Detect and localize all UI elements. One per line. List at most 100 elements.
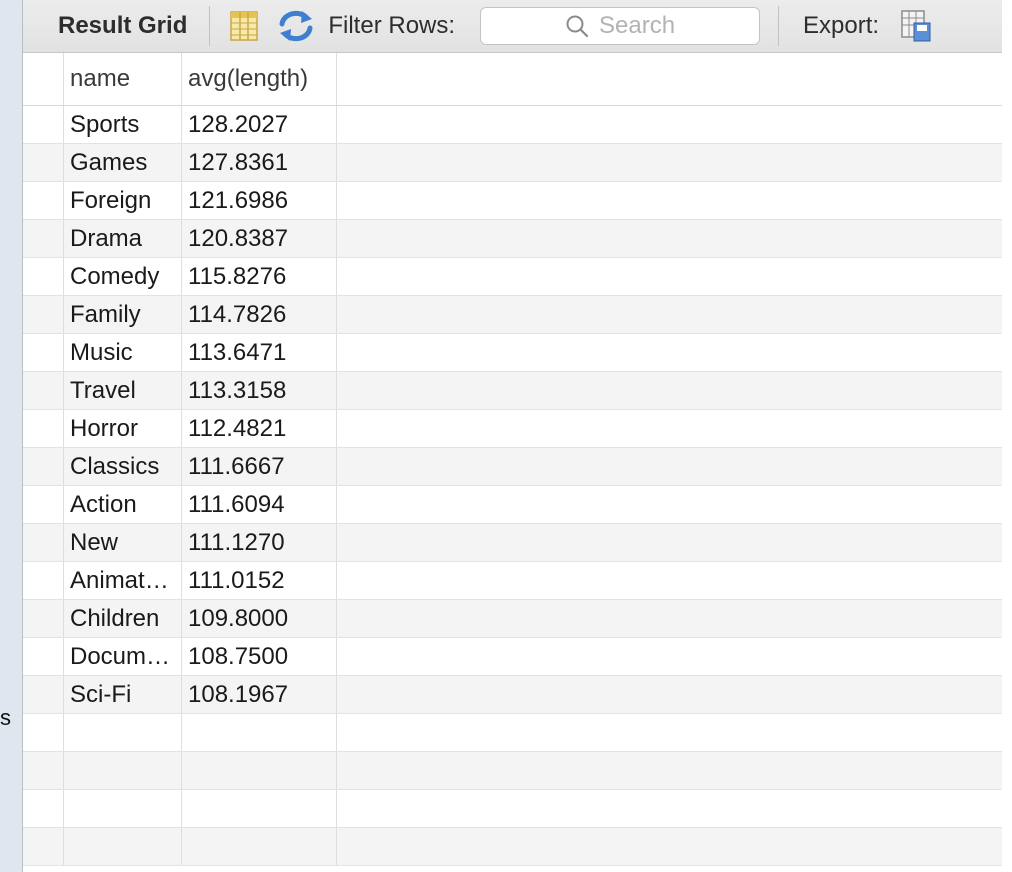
cell-filler bbox=[337, 638, 1002, 675]
cell-avg-length bbox=[182, 790, 337, 827]
table-row[interactable]: Horror 112.4821 bbox=[23, 410, 1002, 448]
cell-name[interactable]: Horror bbox=[64, 410, 182, 447]
row-selector bbox=[23, 752, 64, 789]
table-row[interactable]: Docum… 108.7500 bbox=[23, 638, 1002, 676]
table-row[interactable]: Drama 120.8387 bbox=[23, 220, 1002, 258]
row-selector[interactable] bbox=[23, 562, 64, 599]
column-header-filler bbox=[337, 53, 1002, 105]
row-selector[interactable] bbox=[23, 676, 64, 713]
table-row[interactable]: Music 113.6471 bbox=[23, 334, 1002, 372]
cell-name bbox=[64, 714, 182, 751]
row-selector[interactable] bbox=[23, 486, 64, 523]
cell-avg-length[interactable]: 109.8000 bbox=[182, 600, 337, 637]
row-selector[interactable] bbox=[23, 106, 64, 143]
row-selector[interactable] bbox=[23, 448, 64, 485]
table-row[interactable]: Sci-Fi 108.1967 bbox=[23, 676, 1002, 714]
export-label: Export: bbox=[803, 12, 880, 39]
cell-filler bbox=[337, 790, 1002, 827]
row-selector[interactable] bbox=[23, 296, 64, 333]
cell-name[interactable]: Comedy bbox=[64, 258, 182, 295]
row-selector bbox=[23, 828, 64, 865]
empty-row bbox=[23, 752, 1002, 790]
table-row[interactable]: Games 127.8361 bbox=[23, 144, 1002, 182]
table-row[interactable]: Classics 111.6667 bbox=[23, 448, 1002, 486]
cell-avg-length[interactable]: 120.8387 bbox=[182, 220, 337, 257]
cell-avg-length[interactable]: 111.6094 bbox=[182, 486, 337, 523]
cell-filler bbox=[337, 258, 1002, 295]
side-panel-edge: s bbox=[0, 0, 23, 872]
cell-name[interactable]: Animat… bbox=[64, 562, 182, 599]
cell-filler bbox=[337, 144, 1002, 181]
cell-filler bbox=[337, 334, 1002, 371]
table-row[interactable]: New 111.1270 bbox=[23, 524, 1002, 562]
row-selector[interactable] bbox=[23, 220, 64, 257]
cell-avg-length[interactable]: 115.8276 bbox=[182, 258, 337, 295]
table-row[interactable]: Travel 113.3158 bbox=[23, 372, 1002, 410]
toolbar-divider bbox=[209, 6, 211, 46]
row-selector[interactable] bbox=[23, 638, 64, 675]
cell-avg-length bbox=[182, 828, 337, 865]
table-row[interactable]: Animat… 111.0152 bbox=[23, 562, 1002, 600]
cell-name[interactable]: Music bbox=[64, 334, 182, 371]
cell-name[interactable]: Classics bbox=[64, 448, 182, 485]
toolbar-divider bbox=[778, 6, 780, 46]
column-header-avg-length[interactable]: avg(length) bbox=[182, 53, 337, 105]
cell-avg-length[interactable]: 108.7500 bbox=[182, 638, 337, 675]
result-grid-tab[interactable]: Result Grid bbox=[58, 12, 187, 40]
row-selector[interactable] bbox=[23, 372, 64, 409]
table-row[interactable]: Children 109.8000 bbox=[23, 600, 1002, 638]
search-placeholder: Search bbox=[599, 12, 676, 39]
grid-header-row: name avg(length) bbox=[23, 53, 1002, 106]
row-selector[interactable] bbox=[23, 410, 64, 447]
cell-name bbox=[64, 790, 182, 827]
table-row[interactable]: Comedy 115.8276 bbox=[23, 258, 1002, 296]
cell-name[interactable]: Family bbox=[64, 296, 182, 333]
cell-avg-length[interactable]: 111.0152 bbox=[182, 562, 337, 599]
cell-avg-length[interactable]: 113.3158 bbox=[182, 372, 337, 409]
cell-avg-length[interactable]: 111.6667 bbox=[182, 448, 337, 485]
cell-name[interactable]: Children bbox=[64, 600, 182, 637]
row-selector bbox=[23, 714, 64, 751]
cell-avg-length[interactable]: 128.2027 bbox=[182, 106, 337, 143]
row-selector[interactable] bbox=[23, 182, 64, 219]
cell-name[interactable]: Foreign bbox=[64, 182, 182, 219]
cell-avg-length[interactable]: 127.8361 bbox=[182, 144, 337, 181]
table-row[interactable]: Foreign 121.6986 bbox=[23, 182, 1002, 220]
cell-name[interactable]: Sci-Fi bbox=[64, 676, 182, 713]
cell-name[interactable]: Action bbox=[64, 486, 182, 523]
cell-avg-length[interactable]: 108.1967 bbox=[182, 676, 337, 713]
cell-filler bbox=[337, 562, 1002, 599]
cell-name[interactable]: Games bbox=[64, 144, 182, 181]
cell-avg-length[interactable]: 112.4821 bbox=[182, 410, 337, 447]
cell-avg-length bbox=[182, 752, 337, 789]
table-row[interactable]: Action 111.6094 bbox=[23, 486, 1002, 524]
cell-filler bbox=[337, 676, 1002, 713]
result-grid-panel: s Result Grid Filter Rows: Search Export… bbox=[0, 0, 1012, 872]
table-row[interactable]: Sports 128.2027 bbox=[23, 106, 1002, 144]
refresh-icon[interactable] bbox=[276, 9, 316, 43]
table-row[interactable]: Family 114.7826 bbox=[23, 296, 1002, 334]
cell-filler bbox=[337, 296, 1002, 333]
cell-avg-length bbox=[182, 714, 337, 751]
row-selector[interactable] bbox=[23, 600, 64, 637]
cell-name[interactable]: Travel bbox=[64, 372, 182, 409]
form-grid-icon[interactable] bbox=[230, 11, 259, 41]
row-header-corner bbox=[23, 53, 64, 105]
cell-filler bbox=[337, 600, 1002, 637]
row-selector[interactable] bbox=[23, 144, 64, 181]
cell-avg-length[interactable]: 121.6986 bbox=[182, 182, 337, 219]
cell-avg-length[interactable]: 111.1270 bbox=[182, 524, 337, 561]
row-selector[interactable] bbox=[23, 334, 64, 371]
filter-search-input[interactable]: Search bbox=[480, 7, 761, 45]
cell-avg-length[interactable]: 114.7826 bbox=[182, 296, 337, 333]
cell-avg-length[interactable]: 113.6471 bbox=[182, 334, 337, 371]
export-grid-icon[interactable] bbox=[901, 9, 931, 43]
column-header-name[interactable]: name bbox=[64, 53, 182, 105]
cell-name[interactable]: Docum… bbox=[64, 638, 182, 675]
cell-name[interactable]: New bbox=[64, 524, 182, 561]
row-selector[interactable] bbox=[23, 524, 64, 561]
row-selector[interactable] bbox=[23, 258, 64, 295]
right-edge bbox=[1002, 0, 1012, 872]
cell-name[interactable]: Drama bbox=[64, 220, 182, 257]
cell-name[interactable]: Sports bbox=[64, 106, 182, 143]
